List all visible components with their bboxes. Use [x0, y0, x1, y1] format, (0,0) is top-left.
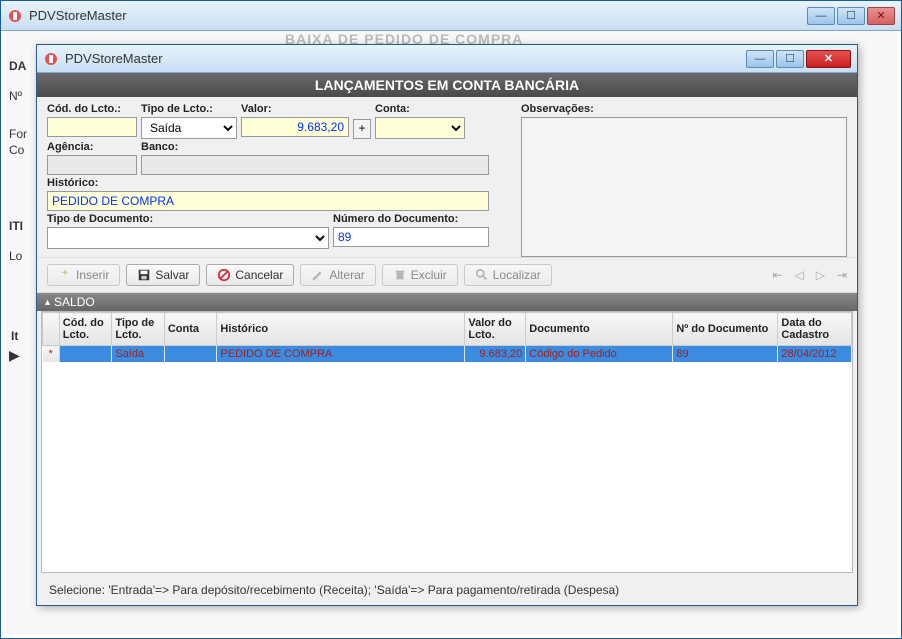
- inserir-label: Inserir: [76, 268, 109, 282]
- modal-app-icon: [43, 51, 59, 67]
- plus-button[interactable]: +: [353, 119, 371, 139]
- cell-tipo: Saída: [112, 346, 165, 363]
- col-documento[interactable]: Documento: [526, 313, 673, 346]
- save-icon: [137, 268, 151, 282]
- label-historico: Histórico:: [47, 177, 489, 189]
- cell-historico: PEDIDO DE COMPRA: [217, 346, 465, 363]
- outer-titlebar[interactable]: PDVStoreMaster — ☐ ✕: [1, 1, 901, 31]
- modal-minimize-button[interactable]: —: [746, 50, 774, 68]
- salvar-button[interactable]: Salvar: [126, 264, 200, 286]
- cancelar-label: Cancelar: [235, 268, 283, 282]
- cell-documento: Código do Pedido: [526, 346, 673, 363]
- col-valor[interactable]: Valor do Lcto.: [465, 313, 526, 346]
- edit-icon: [311, 268, 325, 282]
- col-historico[interactable]: Histórico: [217, 313, 465, 346]
- input-cod-lcto[interactable]: [47, 117, 137, 137]
- col-conta[interactable]: Conta: [164, 313, 217, 346]
- modal-window-controls: — ☐ ✕: [746, 50, 851, 68]
- minimize-button[interactable]: —: [807, 7, 835, 25]
- cell-conta: [164, 346, 217, 363]
- back-label-it: It: [11, 329, 18, 343]
- localizar-button[interactable]: Localizar: [464, 264, 552, 286]
- back-label-iti: ITI: [9, 219, 23, 233]
- search-icon: [475, 268, 489, 282]
- label-cod-lcto: Cód. do Lcto.:: [47, 103, 137, 115]
- trash-icon: [393, 268, 407, 282]
- label-tipo-lcto: Tipo de Lcto.:: [141, 103, 237, 115]
- observacoes-group: Observações:: [521, 103, 847, 257]
- label-tipo-doc: Tipo de Documento:: [47, 213, 329, 225]
- localizar-label: Localizar: [493, 268, 541, 282]
- cancelar-button[interactable]: Cancelar: [206, 264, 294, 286]
- col-data[interactable]: Data do Cadastro: [778, 313, 852, 346]
- section-saldo-label: SALDO: [54, 295, 95, 309]
- cancel-icon: [217, 268, 231, 282]
- modal-window: PDVStoreMaster — ☐ ✕ LANÇAMENTOS EM CONT…: [36, 44, 858, 606]
- input-num-doc[interactable]: [333, 227, 489, 247]
- back-label-for: For: [9, 127, 27, 141]
- form-area: Cód. do Lcto.: Tipo de Lcto.: Saída Valo…: [37, 97, 857, 257]
- excluir-button[interactable]: Excluir: [382, 264, 458, 286]
- status-bar: Selecione: 'Entrada'=> Para depósito/rec…: [41, 579, 853, 601]
- cell-cod: [59, 346, 112, 363]
- toolbar: Inserir Salvar Cancelar Alterar Excluir …: [37, 257, 857, 293]
- back-label-no: Nº: [9, 89, 22, 103]
- modal-title: PDVStoreMaster: [65, 51, 746, 66]
- outer-window-controls: — ☐ ✕: [807, 7, 895, 25]
- back-label-lo: Lo: [9, 249, 22, 263]
- input-valor[interactable]: [241, 117, 349, 137]
- nav-next-icon[interactable]: ▷: [816, 268, 825, 282]
- label-conta: Conta:: [375, 103, 465, 115]
- nav-first-icon[interactable]: ⇤: [772, 268, 782, 282]
- input-historico[interactable]: [47, 191, 489, 211]
- sparkle-icon: [58, 268, 72, 282]
- modal-titlebar[interactable]: PDVStoreMaster — ☐ ✕: [37, 45, 857, 73]
- cell-valor: 9.683,20: [465, 346, 526, 363]
- alterar-button[interactable]: Alterar: [300, 264, 375, 286]
- col-numdoc[interactable]: Nº do Documento: [673, 313, 778, 346]
- row-indicator-arrow-icon: ▶: [9, 347, 20, 364]
- inserir-button[interactable]: Inserir: [47, 264, 120, 286]
- nav-prev-icon[interactable]: ◁: [794, 268, 803, 282]
- modal-close-button[interactable]: ✕: [806, 50, 851, 68]
- excluir-label: Excluir: [411, 268, 447, 282]
- outer-title: PDVStoreMaster: [29, 8, 807, 23]
- nav-last-icon[interactable]: ⇥: [837, 268, 847, 282]
- table-row[interactable]: * Saída PEDIDO DE COMPRA 9.683,20 Código…: [43, 346, 852, 363]
- select-tipo-doc[interactable]: [47, 227, 329, 249]
- alterar-label: Alterar: [329, 268, 364, 282]
- select-tipo-lcto[interactable]: Saída: [141, 117, 237, 139]
- nav-arrows: ⇤ ◁ ▷ ⇥: [772, 268, 847, 282]
- close-button[interactable]: ✕: [867, 7, 895, 25]
- label-valor: Valor:: [241, 103, 349, 115]
- app-icon: [7, 8, 23, 24]
- input-banco: [141, 155, 489, 175]
- row-marker: *: [43, 346, 60, 363]
- back-label-da: DA: [9, 59, 26, 73]
- salvar-label: Salvar: [155, 268, 189, 282]
- label-agencia: Agência:: [47, 141, 137, 153]
- select-conta[interactable]: [375, 117, 465, 139]
- cell-data: 28/04/2012: [778, 346, 852, 363]
- section-saldo-header[interactable]: ▴ SALDO: [37, 293, 857, 311]
- label-banco: Banco:: [141, 141, 489, 153]
- grid-header-row: Cód. do Lcto. Tipo de Lcto. Conta Histór…: [43, 313, 852, 346]
- cell-numdoc: 89: [673, 346, 778, 363]
- label-observacoes: Observações:: [521, 103, 847, 115]
- col-tipo[interactable]: Tipo de Lcto.: [112, 313, 165, 346]
- col-cod[interactable]: Cód. do Lcto.: [59, 313, 112, 346]
- chevron-up-icon: ▴: [45, 297, 50, 308]
- textarea-observacoes[interactable]: [521, 117, 847, 257]
- col-rowmark[interactable]: [43, 313, 60, 346]
- modal-header: LANÇAMENTOS EM CONTA BANCÁRIA: [37, 73, 857, 97]
- label-num-doc: Número do Documento:: [333, 213, 489, 225]
- maximize-button[interactable]: ☐: [837, 7, 865, 25]
- back-label-co: Co: [9, 143, 24, 157]
- saldo-grid[interactable]: Cód. do Lcto. Tipo de Lcto. Conta Histór…: [41, 311, 853, 573]
- input-agencia: [47, 155, 137, 175]
- modal-maximize-button[interactable]: ☐: [776, 50, 804, 68]
